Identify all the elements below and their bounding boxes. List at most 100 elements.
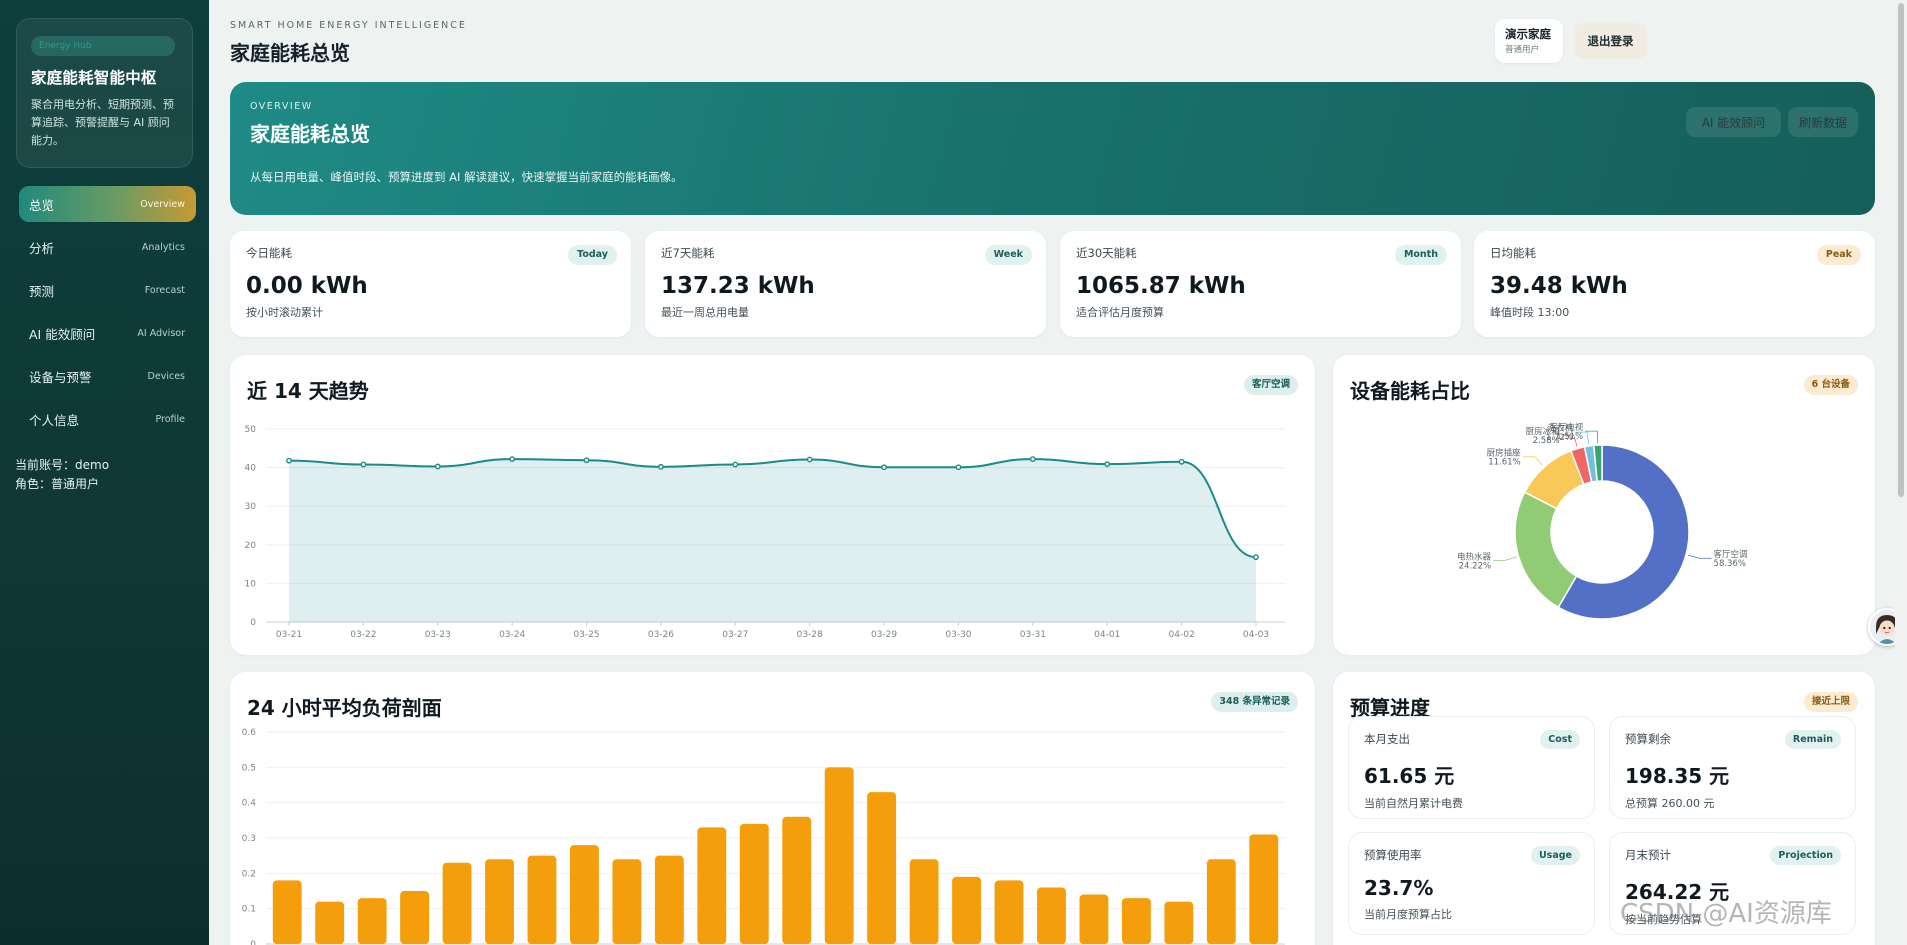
budget-value: 23.7% xyxy=(1364,876,1434,900)
y-tick-label: 10 xyxy=(245,579,257,589)
budget-note: 当前月度预算占比 xyxy=(1364,908,1452,921)
pie-label-line xyxy=(1493,556,1517,561)
hourly-bar xyxy=(697,827,727,944)
hourly-bar xyxy=(909,859,939,944)
hourly-bar xyxy=(1249,834,1279,944)
device-share-chart: 客厅空调58.36%电热水器24.22%厨房插座11.61%厨房冰箱2.58%洗… xyxy=(1457,422,1748,620)
x-tick-label: 03-25 xyxy=(573,630,599,640)
x-tick-label: 04-01 xyxy=(1094,630,1120,640)
hero-description: 从每日用电量、峰值时段、预算进度到 AI 解读建议，快速掌握当前家庭的能耗画像。 xyxy=(250,170,683,184)
trend-point xyxy=(583,457,590,464)
device-share-panel: 设备能耗占比 6 台设备 客厅空调 58.36% 电热水器 24.22% 厨房插座 11.… xyxy=(1333,355,1875,655)
hourly-bar xyxy=(442,862,472,944)
account-line: 当前账号：demo xyxy=(15,458,110,472)
sidebar-item-ai-advisor[interactable]: AI 能效顾问 AI Advisor xyxy=(19,315,196,351)
y-tick-label: 0.3 xyxy=(242,834,256,844)
pie-slice xyxy=(1514,491,1578,609)
anomaly-count-badge[interactable]: 348 条异常记录 xyxy=(1211,692,1298,712)
hourly-bar xyxy=(400,891,430,944)
hourly-load-panel: 24 小时平均负荷剖面 348 条异常记录 0 0.1 0.2 0.3 0.4 0.5 0.… xyxy=(230,672,1315,945)
stat-badge: Today xyxy=(568,245,617,265)
sidebar-item-label: 总览 xyxy=(29,197,55,213)
hourly-bar xyxy=(994,880,1024,944)
y-tick-label: 40 xyxy=(245,464,257,474)
budget-badge: Usage xyxy=(1530,846,1580,865)
trend-point xyxy=(955,464,962,471)
stat-value: 137.23 kWh xyxy=(661,273,815,299)
watermark: CSDN @AI资源库 xyxy=(1620,899,1832,929)
x-tick-label: 03-23 xyxy=(425,630,451,640)
y-tick-label: 0 xyxy=(250,940,256,945)
trend-point xyxy=(658,463,664,470)
stat-card-month: 近30天能耗 Month 1065.87 kWh 适合评估月度预算 xyxy=(1060,231,1461,337)
y-tick-label: 0.1 xyxy=(242,905,256,915)
hourly-bar xyxy=(485,859,514,944)
trend-device-badge[interactable]: 客厅空调 xyxy=(1243,375,1298,395)
stat-badge: Month xyxy=(1394,245,1447,265)
refresh-button[interactable]: 刷新数据 xyxy=(1788,107,1858,137)
stat-label: 近30天能耗 xyxy=(1076,246,1137,260)
x-tick-label: 03-30 xyxy=(945,630,971,640)
trend-point xyxy=(286,457,292,464)
stat-badge: Peak xyxy=(1816,245,1861,265)
stat-card-today: 今日能耗 Today 0.00 kWh 按小时滚动累计 xyxy=(230,231,631,337)
hourly-bar xyxy=(612,859,642,944)
stat-value: 1065.87 kWh xyxy=(1076,273,1246,299)
hourly-bar xyxy=(1079,894,1109,944)
budget-badge: Remain xyxy=(1784,730,1841,749)
trend-point xyxy=(360,461,367,468)
sidebar-nav: 总览 Overview 分析 Analytics 预测 Forecast AI … xyxy=(19,186,196,444)
sidebar-item-label: AI 能效顾问 xyxy=(29,326,96,342)
sidebar-item-profile[interactable]: 个人信息 Profile xyxy=(19,401,196,437)
page-scrollbar[interactable] xyxy=(1895,0,1907,945)
sidebar-item-sub: Overview xyxy=(140,198,185,210)
y-tick-label: 0.6 xyxy=(242,728,257,738)
sidebar-item-forecast[interactable]: 预测 Forecast xyxy=(19,272,196,308)
trend-point xyxy=(1253,554,1259,561)
sidebar-item-devices[interactable]: 设备与预警 Devices xyxy=(19,358,196,394)
account-info: 当前账号：demo 角色：普通用户 xyxy=(15,456,109,494)
stat-note: 峰值时段 13:00 xyxy=(1490,306,1570,319)
trend-point xyxy=(1178,458,1185,465)
user-chip[interactable]: 演示家庭 普通用户 xyxy=(1495,19,1563,63)
budget-card-usage: 预算使用率 Usage 23.7% 当前月度预算占比 xyxy=(1348,832,1595,935)
hourly-bar xyxy=(952,876,981,944)
y-tick-label: 0.5 xyxy=(242,763,256,773)
stat-card-week: 近7天能耗 Week 137.23 kWh 最近一周总用电量 xyxy=(645,231,1046,337)
sidebar-item-overview[interactable]: 总览 Overview xyxy=(19,186,196,222)
trend-chart: 0 10 20 30 40 50 03-21 03-22 03-23 03-24 03-25 03-2… xyxy=(245,425,1285,640)
hourly-load-chart: 00.10.20.30.40.50.60:001:002:003:004:005… xyxy=(242,728,1285,945)
sidebar-item-analytics[interactable]: 分析 Analytics xyxy=(19,229,196,265)
sidebar-item-sub: Profile xyxy=(155,413,185,425)
y-tick-label: 50 xyxy=(245,425,257,435)
sidebar-item-sub: Devices xyxy=(147,370,185,382)
stat-value: 0.00 kWh xyxy=(246,273,368,299)
trend-point xyxy=(1029,456,1036,463)
stat-note: 最近一周总用电量 xyxy=(661,306,749,319)
hourly-bar xyxy=(272,880,302,944)
logout-button[interactable]: 退出登录 xyxy=(1574,23,1647,59)
ai-advisor-button[interactable]: AI 能效顾问 xyxy=(1686,107,1781,137)
scrollbar-thumb[interactable] xyxy=(1898,3,1904,497)
x-tick-label: 03-29 xyxy=(871,630,897,640)
sidebar-item-label: 设备与预警 xyxy=(29,369,92,385)
hero-title: 家庭能耗总览 xyxy=(250,122,370,146)
budget-badge: Projection xyxy=(1770,846,1841,865)
stat-card-daily-avg: 日均能耗 Peak 39.48 kWh 峰值时段 13:00 xyxy=(1474,231,1875,337)
stat-note: 按小时滚动累计 xyxy=(246,306,323,319)
pie-label-percent: 24.22% xyxy=(1459,561,1491,571)
stat-note: 适合评估月度预算 xyxy=(1076,306,1164,319)
trend-title: 近 14 天趋势 xyxy=(247,379,369,403)
hourly-bar xyxy=(824,767,854,944)
hourly-bar xyxy=(1206,859,1236,944)
trend-area xyxy=(289,459,1256,622)
x-tick-label: 04-02 xyxy=(1169,630,1195,640)
budget-note: 总预算 260.00 元 xyxy=(1625,797,1715,810)
stat-label: 今日能耗 xyxy=(246,246,292,260)
budget-value: 61.65 元 xyxy=(1364,764,1455,788)
y-tick-label: 30 xyxy=(245,502,257,512)
sidebar-item-sub: Forecast xyxy=(144,284,185,296)
budget-badge: Cost xyxy=(1540,730,1580,749)
sidebar-item-sub: Analytics xyxy=(141,241,185,253)
budget-card-cost: 本月支出 Cost 61.65 元 当前自然月累计电费 xyxy=(1348,716,1595,819)
